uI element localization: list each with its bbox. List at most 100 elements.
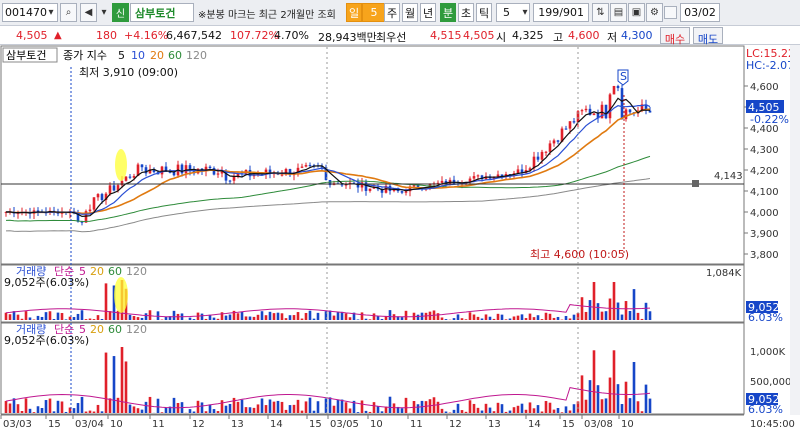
volume2-bar [144,401,148,413]
volume1-bar [504,319,508,320]
price-candle [112,185,116,191]
price-candle [584,108,588,111]
volume2-bar [116,397,120,413]
price-candle [548,143,552,152]
checkbox-icon[interactable] [664,6,677,19]
volume2-bar [624,381,628,413]
volume2-bar [372,402,376,413]
settings-icon[interactable]: ⚙ [646,3,663,22]
page-count-field: 199/901 [533,3,589,22]
volume2-bar [240,399,244,413]
volume2-bar [540,411,544,413]
volume2-bar [300,410,304,413]
price-tick-label: 4,100 [750,187,779,198]
search-icon[interactable]: ⌕ [60,3,77,22]
period-toggle[interactable]: 일 [346,3,362,22]
dropdown-icon[interactable]: ▾ [44,3,58,22]
link-icon[interactable]: ⇅ [592,3,609,22]
volume2-bar [280,401,284,413]
vol2-info: 9,052주(6.03%) [4,334,89,347]
volume1-bar [480,318,484,320]
price-candle [108,185,112,194]
speaker-icon[interactable]: ◀ [80,3,97,22]
volume1-bar [440,317,444,320]
list-icon[interactable]: ▤ [610,3,627,22]
axis-date-label: 03/08 [584,419,613,430]
volume2-bar [188,409,192,413]
price-candle [572,121,576,123]
period-toggle[interactable]: 주 [384,3,400,22]
volume2-bar [16,404,20,413]
price-candle [568,121,572,129]
volume2-bar [140,409,144,413]
price-candle [160,166,164,175]
axis-date-label: 03/03 [3,419,32,430]
price-candle [280,174,284,176]
sell-button[interactable]: 매도 [693,27,723,46]
volume1-bar [388,310,392,320]
volume1-bar [80,310,84,320]
period-toggle[interactable]: 월 [402,3,418,22]
interval-dropdown-icon[interactable]: ▾ [519,3,531,22]
volume1-bar [452,318,456,320]
volume2-bar [508,410,512,413]
price-candle [128,176,132,178]
vol2-badge-pct: 6.03% [748,403,783,416]
axis-date-label: 10 [370,419,383,430]
volume2-bar [640,411,644,413]
news-badge[interactable]: 신 [112,3,129,22]
volume2-bar [52,411,56,413]
stock-name-field[interactable]: 삼부토건 [130,3,194,22]
low-label: 저 [607,31,618,44]
save-icon[interactable]: ▣ [628,3,645,22]
volume1-bar [88,318,92,320]
volume1-bar [376,315,380,320]
price-candle [472,176,476,179]
volume2-bar [316,401,320,413]
period-toggle[interactable]: 틱 [476,3,492,22]
volume1-bar [348,317,352,320]
price-candle [564,128,568,130]
volume2-bar [596,385,600,413]
buy-button[interactable]: 매수 [660,27,690,46]
volume1-bar [608,298,612,320]
volume2-bar [44,400,48,413]
volume2-bar [568,410,572,413]
volume1-bar [556,316,560,320]
volume2-bar [88,410,92,413]
chevron-down-icon[interactable]: ▾ [98,3,110,22]
volume2-bar [276,400,280,413]
price-candle [540,151,544,160]
news-badge-label: 신 [115,9,126,20]
low-marker-label: 최저 3,910 (09:00) [79,66,178,79]
high-value: 4,600 [568,29,600,42]
price-candle [496,174,500,177]
price-candle [308,165,312,167]
volume2-bar [264,405,268,413]
volume1-bar [436,313,440,320]
date-field[interactable]: 03/02 [680,3,720,22]
volume1-bar [648,311,652,320]
volume1-bar [104,283,108,320]
volume2-bar [312,410,316,413]
change-pct: +4.16% [124,29,169,42]
period-toggle[interactable]: 분 [440,3,456,22]
volume2-bar [416,404,420,413]
volume2-bar [324,398,328,413]
volume1-bar [336,312,340,320]
scrollbar[interactable] [790,45,800,415]
price-candle [616,86,620,89]
period-toggle[interactable]: 5 [362,3,386,22]
volume1-bar [240,311,244,320]
period-toggle[interactable]: 년 [420,3,436,22]
chart-area[interactable]: S 삼부토건 종가 지수 5 10 20 60 120 최저 3,910 (09… [0,45,800,430]
volume2-bar [532,408,536,413]
volume1-bar [72,317,76,320]
axis-date-label: 10 [621,419,634,430]
highlight-mark [115,149,127,181]
period-toggle[interactable]: 초 [458,3,474,22]
page-count-text: 199/901 [538,6,584,19]
volume2-bar [328,397,332,413]
volume1-bar [16,314,20,320]
volume1-bar [76,313,80,320]
